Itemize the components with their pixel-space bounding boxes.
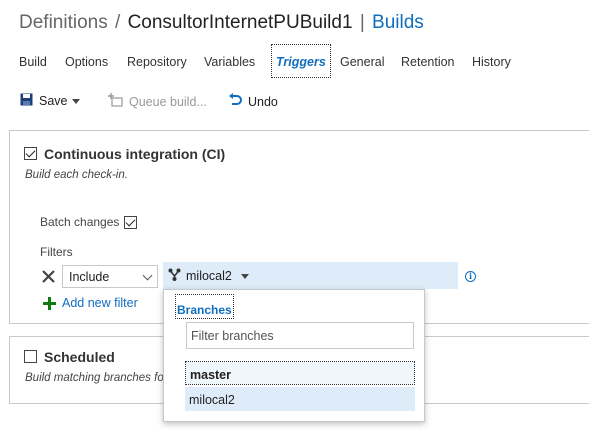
filters-label: Filters: [40, 245, 73, 259]
branches-tab[interactable]: Branches: [175, 294, 234, 319]
page-title: Definitions / ConsultorInternetPUBuild1 …: [19, 12, 424, 34]
batch-changes-label: Batch changes: [40, 215, 120, 229]
breadcrumb-separator: /: [115, 12, 121, 33]
tab-history[interactable]: History: [472, 55, 511, 69]
builds-link[interactable]: Builds: [372, 12, 424, 33]
queue-build-label: Queue build...: [129, 94, 207, 109]
tab-options[interactable]: Options: [65, 55, 108, 69]
scheduled-subtitle: Build matching branches fo: [25, 372, 164, 384]
filter-branches-input[interactable]: [186, 322, 414, 349]
branch-selector[interactable]: milocal2: [163, 262, 458, 289]
remove-filter-icon[interactable]: [41, 269, 56, 284]
filter-type-value: Include: [69, 270, 110, 284]
tab-build[interactable]: Build: [19, 55, 47, 69]
filter-type-select[interactable]: Include: [62, 265, 158, 288]
scheduled-title: Scheduled: [44, 349, 115, 365]
ci-checkbox[interactable]: [24, 147, 37, 160]
branch-option-milocal2[interactable]: milocal2: [185, 387, 415, 411]
add-new-filter-button[interactable]: Add new filter: [43, 296, 138, 310]
plus-icon: [43, 296, 56, 310]
save-button[interactable]: Save: [20, 93, 80, 109]
queue-build-button[interactable]: Queue build...: [108, 93, 207, 110]
ci-title: Continuous integration (CI): [44, 146, 226, 162]
save-label: Save: [39, 94, 68, 108]
undo-button[interactable]: Undo: [228, 93, 278, 110]
title-pipe: |: [359, 12, 365, 33]
undo-label: Undo: [248, 94, 278, 109]
tab-variables[interactable]: Variables: [204, 55, 255, 69]
chevron-down-icon: [71, 98, 80, 104]
branch-option-master[interactable]: master: [185, 361, 415, 385]
tab-repository[interactable]: Repository: [127, 55, 187, 69]
info-icon[interactable]: i: [465, 271, 476, 282]
chevron-down-icon: [241, 274, 249, 279]
branch-icon: [168, 268, 181, 284]
save-icon: [20, 93, 33, 109]
tab-retention[interactable]: Retention: [401, 55, 455, 69]
breadcrumb-definitions[interactable]: Definitions: [19, 12, 108, 33]
definition-name: ConsultorInternetPUBuild1: [127, 12, 353, 33]
ci-subtitle: Build each check-in.: [25, 169, 128, 181]
tab-triggers[interactable]: Triggers: [271, 44, 331, 78]
add-new-filter-label: Add new filter: [62, 296, 138, 310]
batch-changes-checkbox[interactable]: [124, 216, 137, 229]
undo-icon: [228, 93, 242, 110]
branch-selector-value: milocal2: [186, 269, 232, 283]
tab-general[interactable]: General: [340, 55, 384, 69]
scheduled-checkbox[interactable]: [24, 350, 37, 363]
definition-tabs: Build Options Repository Variables Trigg…: [0, 44, 589, 80]
chevron-down-icon: [142, 270, 153, 281]
queue-build-icon: [108, 93, 123, 110]
toolbar: Save Queue build... Undo: [0, 86, 589, 114]
branch-dropdown: Branches master milocal2: [163, 289, 425, 422]
